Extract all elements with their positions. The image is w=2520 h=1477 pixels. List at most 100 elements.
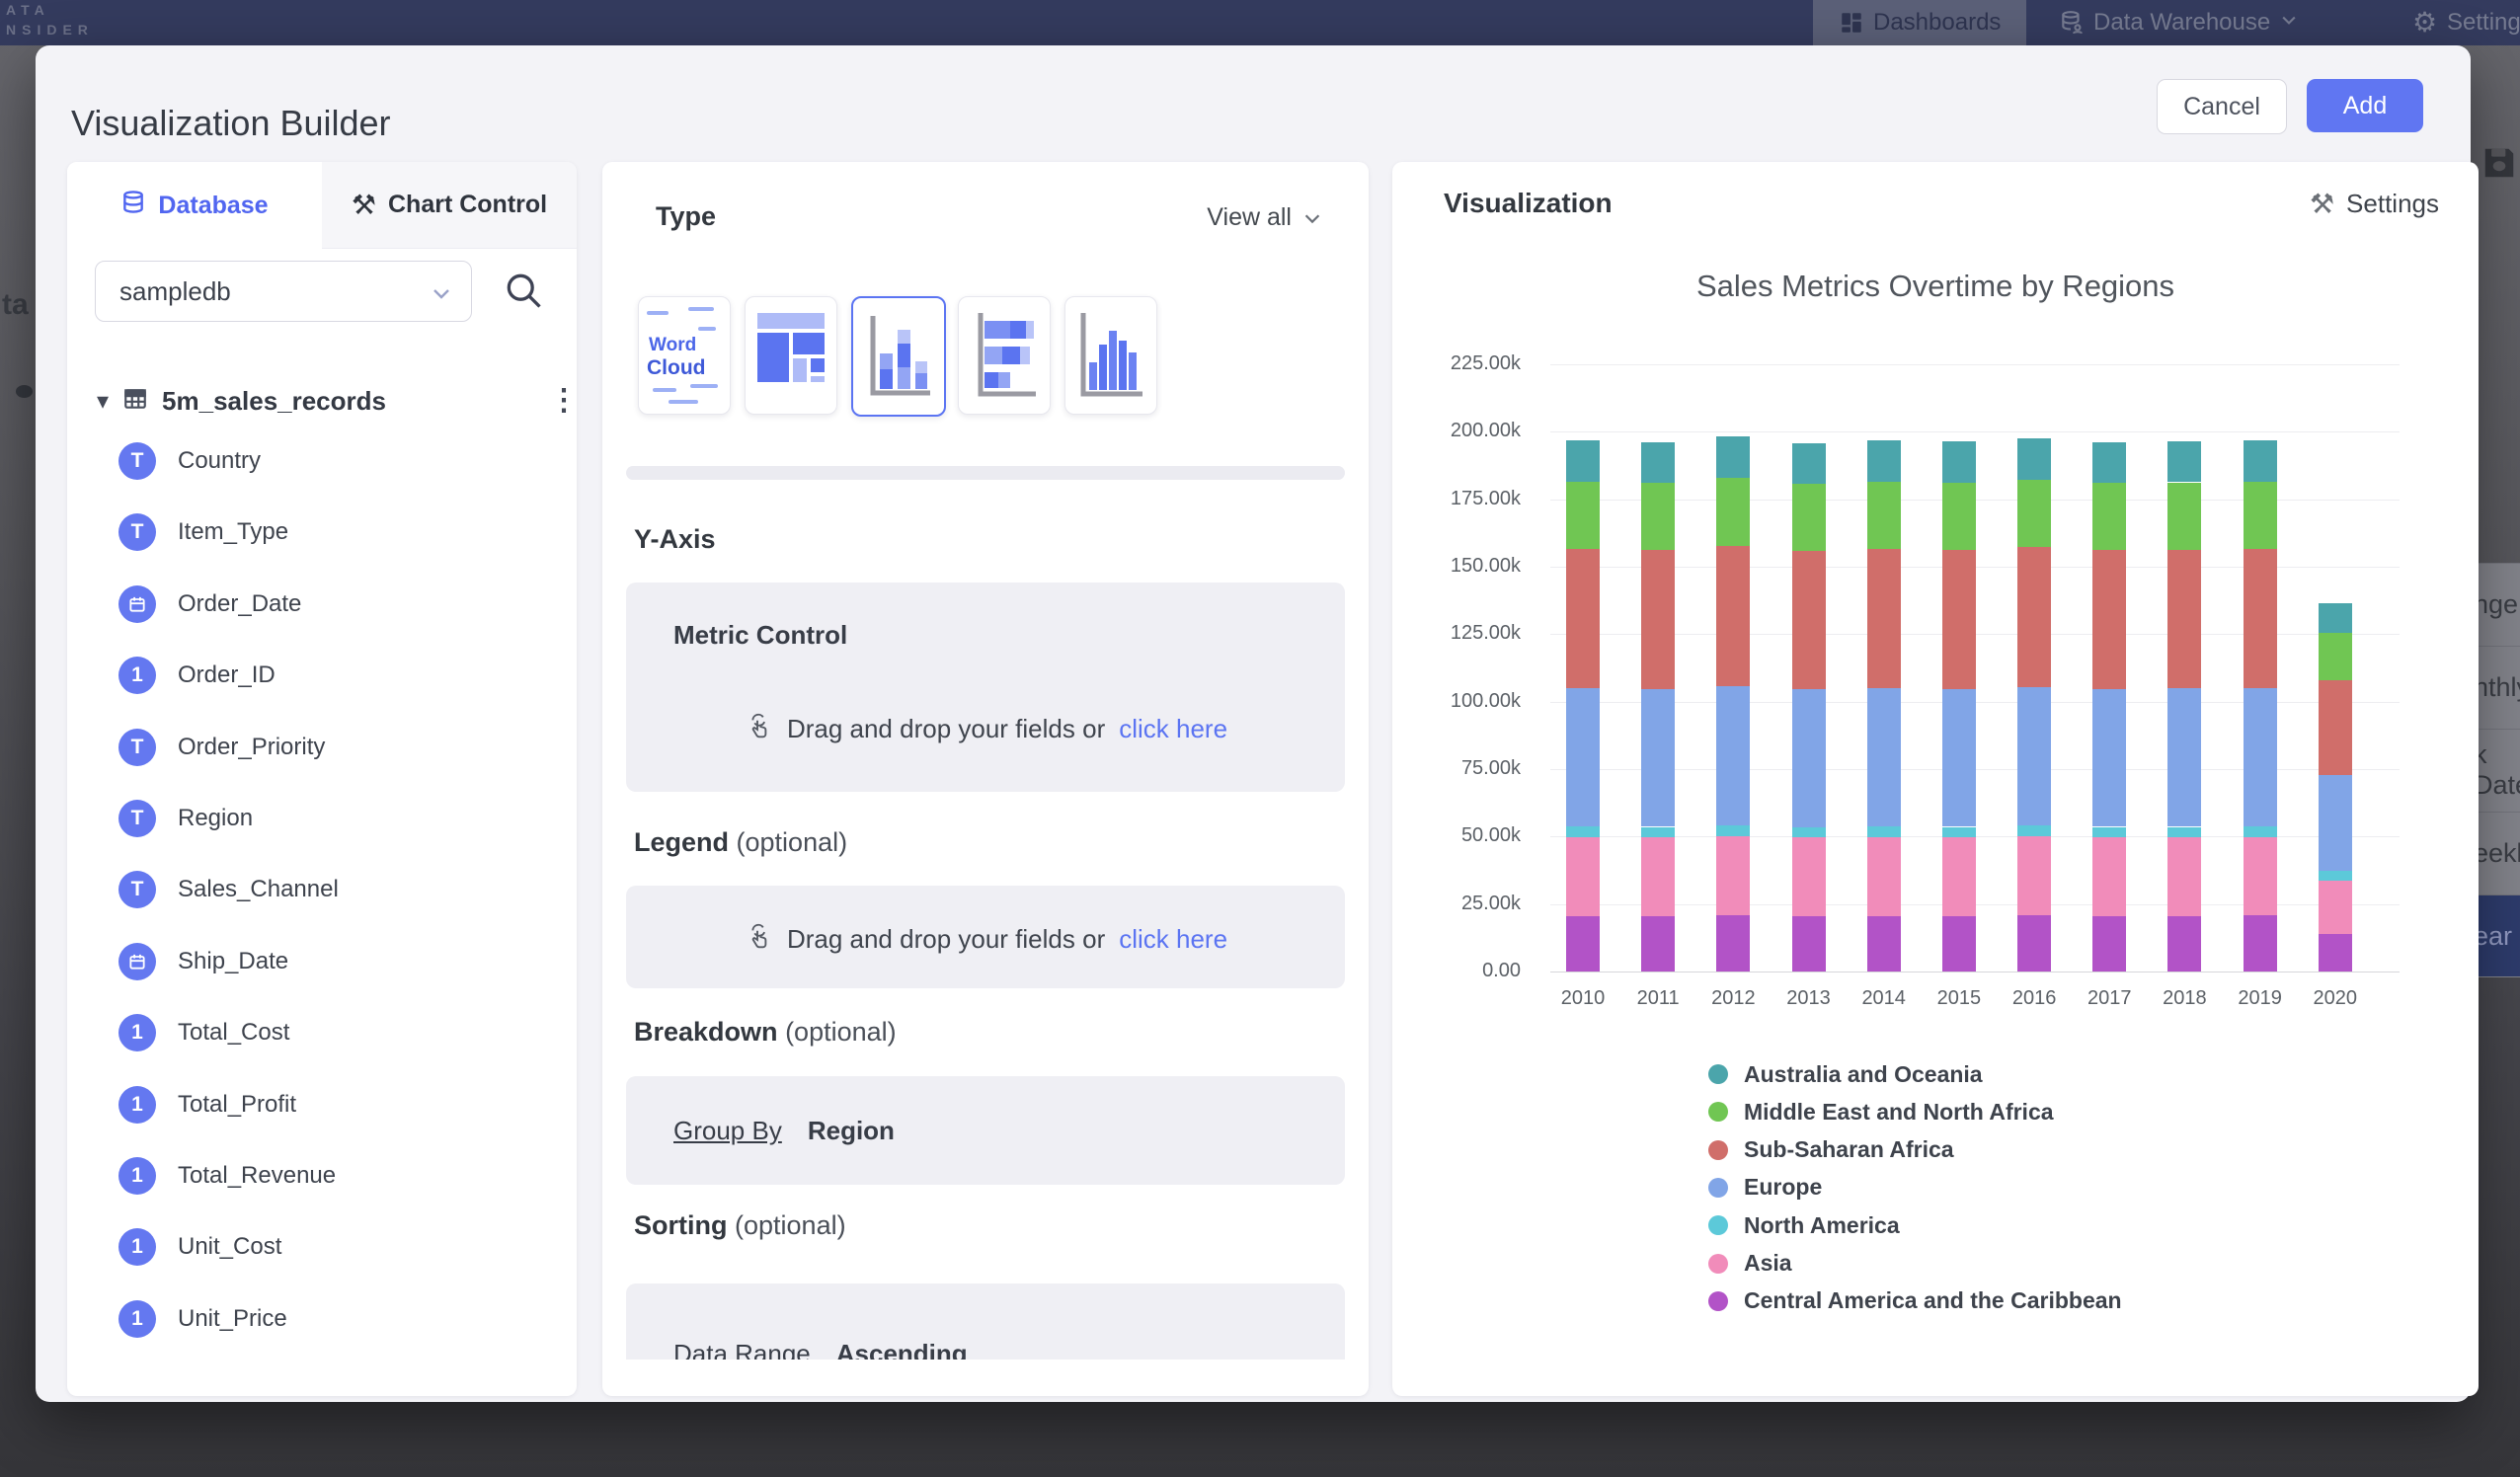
click-here-link[interactable]: click here [1119,714,1227,744]
bar-segment[interactable] [1641,442,1675,483]
bar-segment[interactable] [2244,826,2277,837]
bar-segment[interactable] [2017,836,2051,915]
bar-segment[interactable] [1942,550,1976,689]
settings-button[interactable]: ⚒ Settings [2310,188,2439,220]
legend-item[interactable]: Europe [1708,1176,1822,1200]
bar-segment[interactable] [2167,827,2201,838]
group-by-value[interactable]: Region [808,1116,895,1146]
bar-segment[interactable] [2167,483,2201,550]
nav-item-settings[interactable]: ⚙Settings [2412,0,2520,45]
field-row-order_id[interactable]: 1Order_ID [118,653,553,698]
bar-segment[interactable] [2244,549,2277,688]
bar-segment[interactable] [1792,827,1826,838]
bar-segment[interactable] [2319,775,2352,871]
sorting-box[interactable]: Data Range Ascending [626,1283,1345,1360]
field-row-item_type[interactable]: TItem_Type [118,509,553,555]
bar-segment[interactable] [1716,836,1750,915]
tab-chart-control[interactable]: ⚒ Chart Control [322,162,577,249]
bar-segment[interactable] [2319,633,2352,679]
bar-segment[interactable] [1641,916,1675,972]
bar-segment[interactable] [1867,440,1901,482]
bar-segment[interactable] [1566,688,1600,826]
bar-segment[interactable] [1792,484,1826,551]
bar-segment[interactable] [1792,443,1826,484]
kebab-menu-icon[interactable]: ⋮ [549,383,577,418]
search-icon[interactable] [502,269,547,314]
bar-segment[interactable] [2167,441,2201,482]
field-row-unit_price[interactable]: 1Unit_Price [118,1296,553,1342]
chart-type-card-word-cloud[interactable]: WordCloud [638,296,731,415]
metric-control-dropzone[interactable]: Metric Control Drag and drop your fields… [626,583,1345,792]
bar-segment[interactable] [1867,688,1901,826]
bar-segment[interactable] [1641,483,1675,550]
bar-segment[interactable] [1641,837,1675,915]
nav-item-dashboards[interactable]: Dashboards [1813,0,2026,45]
data-range-label[interactable]: Data Range [673,1339,811,1360]
field-row-unit_cost[interactable]: 1Unit_Cost [118,1224,553,1270]
add-button[interactable]: Add [2307,79,2423,132]
bar-segment[interactable] [2244,915,2277,972]
bar-segment[interactable] [1867,837,1901,916]
table-tree-header[interactable]: ▾ 5m_sales_records [97,381,386,421]
bar-segment[interactable] [2017,547,2051,686]
bar-segment[interactable] [1566,826,1600,837]
bar-segment[interactable] [2167,916,2201,972]
bar-segment[interactable] [1566,440,1600,482]
bar-segment[interactable] [1566,482,1600,549]
bar-segment[interactable] [2092,483,2126,550]
bar-segment[interactable] [2319,680,2352,776]
field-row-order_priority[interactable]: TOrder_Priority [118,725,553,770]
legend-dropzone[interactable]: Drag and drop your fields or click here [626,886,1345,988]
legend-item[interactable]: Middle East and North Africa [1708,1100,2054,1124]
bar-segment[interactable] [1641,827,1675,838]
bar-segment[interactable] [2167,688,2201,826]
legend-item[interactable]: Sub-Saharan Africa [1708,1138,1954,1162]
bar-segment[interactable] [2244,837,2277,916]
legend-item[interactable]: Australia and Oceania [1708,1062,1983,1086]
bar-segment[interactable] [2017,915,2051,972]
bar-segment[interactable] [1792,689,1826,826]
tab-database[interactable]: Database [67,162,322,249]
bar-segment[interactable] [2092,827,2126,838]
field-row-total_profit[interactable]: 1Total_Profit [118,1082,553,1127]
nav-item-data-warehouse[interactable]: Data Warehouse [2059,0,2299,45]
legend-item[interactable]: Central America and the Caribbean [1708,1289,2122,1313]
bar-segment[interactable] [1716,546,1750,686]
bar-segment[interactable] [1792,837,1826,916]
bar-segment[interactable] [2017,480,2051,548]
bar-segment[interactable] [1942,827,1976,838]
bar-segment[interactable] [1716,436,1750,478]
bar-segment[interactable] [1566,837,1600,916]
breakdown-box[interactable]: Group By Region [626,1076,1345,1185]
bar-segment[interactable] [2167,550,2201,689]
bar-segment[interactable] [2319,603,2352,633]
bar-segment[interactable] [2244,482,2277,549]
bar-segment[interactable] [1716,915,1750,972]
caret-down-icon[interactable]: ▾ [97,387,109,416]
chart-type-card-stacked-bar[interactable] [958,296,1051,415]
bar-segment[interactable] [2167,837,2201,916]
bar-segment[interactable] [1716,825,1750,836]
bar-segment[interactable] [1867,826,1901,837]
bar-segment[interactable] [1867,549,1901,688]
group-by-label[interactable]: Group By [673,1116,782,1146]
bar-segment[interactable] [1566,916,1600,972]
bar-segment[interactable] [2017,825,2051,836]
bar-segment[interactable] [2092,837,2126,915]
chart-type-card-stacked-column[interactable] [851,296,946,417]
click-here-link[interactable]: click here [1119,924,1227,955]
data-range-value[interactable]: Ascending [836,1339,968,1360]
field-row-order_date[interactable]: Order_Date [118,582,553,627]
field-row-total_revenue[interactable]: 1Total_Revenue [118,1153,553,1199]
bar-segment[interactable] [1716,478,1750,546]
bar-segment[interactable] [1792,916,1826,972]
bar-segment[interactable] [2319,881,2352,933]
cancel-button[interactable]: Cancel [2157,79,2287,134]
bar-segment[interactable] [1641,550,1675,689]
bar-segment[interactable] [1867,482,1901,549]
bar-segment[interactable] [1641,689,1675,827]
database-select[interactable]: sampledb [95,261,472,322]
legend-item[interactable]: North America [1708,1213,1900,1237]
field-row-ship_date[interactable]: Ship_Date [118,939,553,984]
bar-segment[interactable] [1942,689,1976,827]
